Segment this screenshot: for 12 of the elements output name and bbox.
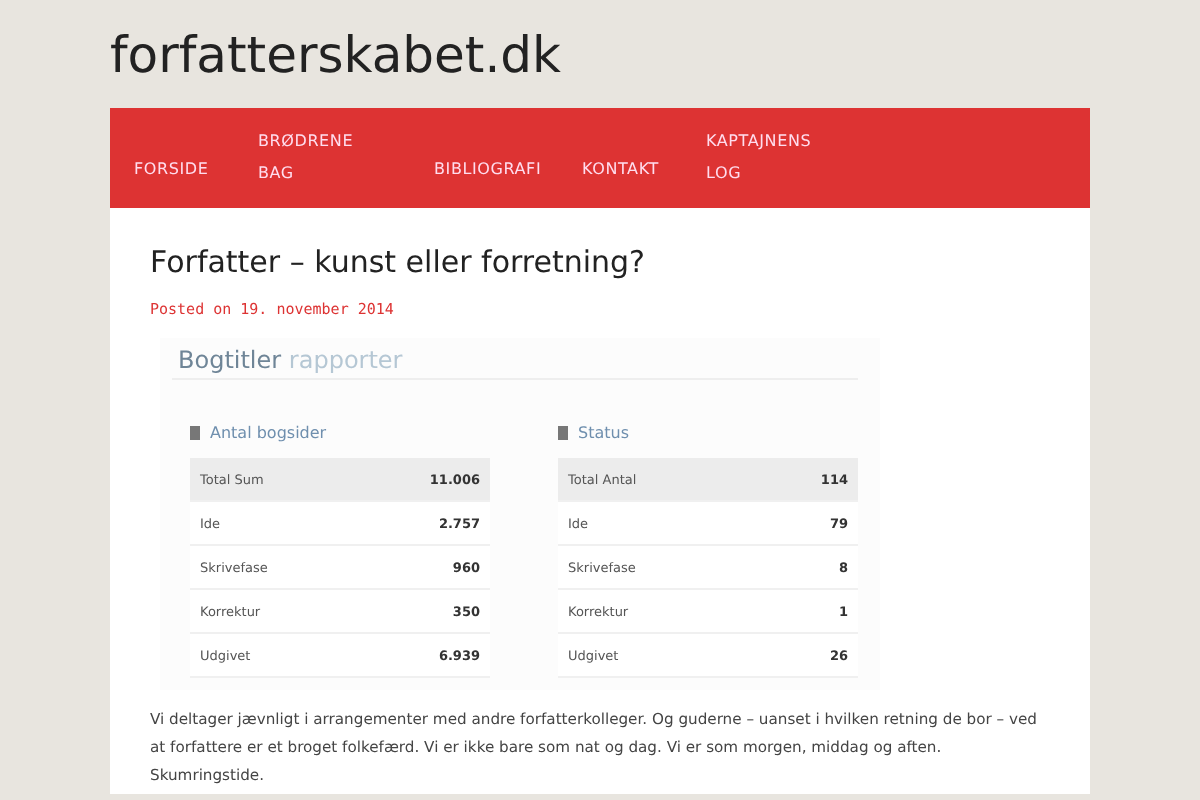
post-title[interactable]: Forfatter – kunst eller forretning? [150, 244, 1050, 280]
report-heading: Bogtitler rapporter [172, 346, 858, 380]
nav-link[interactable]: FORSIDE [134, 130, 258, 186]
table-title: Status [578, 424, 629, 442]
nav-link[interactable]: BRØDRENE BAG [258, 126, 434, 190]
nav-link[interactable]: KAPTAJNENS LOG [706, 126, 846, 190]
site-title[interactable]: forfatterskabet.dk [110, 0, 1090, 108]
document-icon [190, 426, 200, 440]
table-title: Antal bogsider [210, 424, 327, 442]
document-icon [558, 426, 568, 440]
nav-link[interactable]: KONTAKT [582, 130, 706, 186]
nav-link[interactable]: BIBLIOGRAFI [434, 130, 582, 186]
